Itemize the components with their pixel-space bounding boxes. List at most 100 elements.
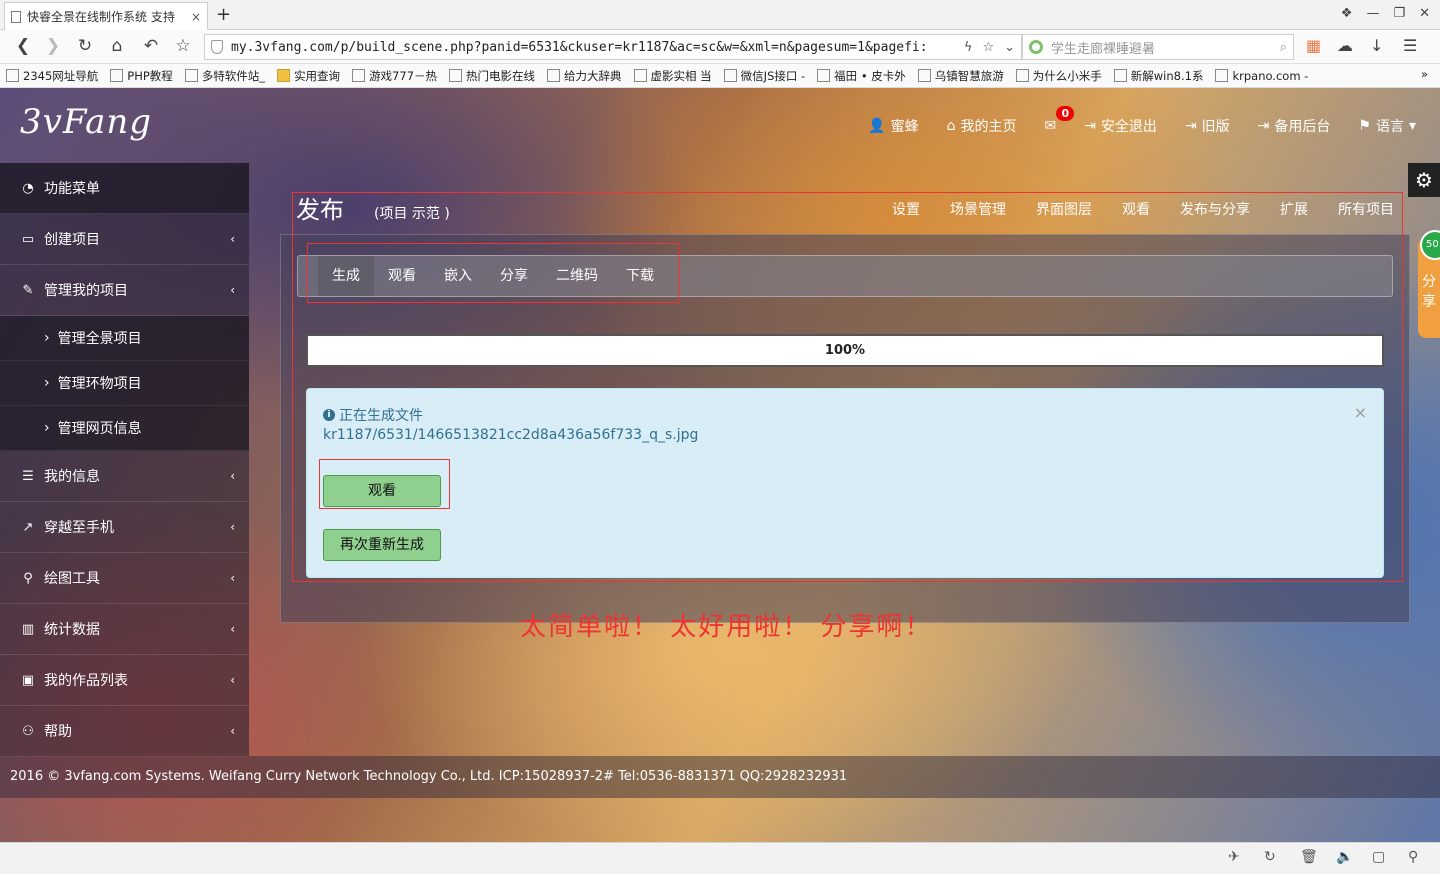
sidebar-item-help[interactable]: ⚇ 帮助 ‹ bbox=[0, 706, 249, 757]
chevron-left-icon: ‹ bbox=[230, 232, 235, 246]
nav-old-version[interactable]: ⇥ 旧版 bbox=[1185, 116, 1230, 136]
home-button[interactable]: ⌂ bbox=[106, 36, 128, 56]
browser-status-bar: ✈ ↻ 🗑 🔈 ▢ ⚲ bbox=[0, 842, 1440, 874]
image-icon: ▣ bbox=[21, 672, 35, 688]
sidebar-item-menu[interactable]: ◔ 功能菜单 bbox=[0, 163, 249, 214]
bookmark-item[interactable]: 游戏777－热 bbox=[352, 68, 437, 84]
annotation-box bbox=[307, 243, 679, 303]
external-link-icon: ↗ bbox=[22, 519, 34, 535]
new-tab-button[interactable]: + bbox=[216, 4, 231, 25]
nav-messages[interactable]: ✉ 0 bbox=[1044, 106, 1075, 136]
annotation-box bbox=[319, 459, 450, 509]
sidebar-item-works-list[interactable]: ▣ 我的作品列表 ‹ bbox=[0, 655, 249, 706]
bar-chart-icon: ▥ bbox=[21, 621, 35, 637]
nav-home[interactable]: ⌂ 我的主页 bbox=[947, 116, 1017, 136]
back-button[interactable]: ❮ bbox=[12, 36, 34, 56]
bookmark-item[interactable]: 多特软件站_ bbox=[184, 68, 265, 84]
search-engine-icon bbox=[1029, 40, 1043, 54]
bookmark-item[interactable]: 给力大辞典 bbox=[547, 68, 622, 84]
edit-icon: ✎ bbox=[22, 282, 34, 298]
sidebar-item-statistics[interactable]: ▥ 统计数据 ‹ bbox=[0, 604, 249, 655]
sidebar-subitem-webpages[interactable]: › 管理网页信息 bbox=[0, 406, 249, 451]
speaker-icon[interactable]: 🔈 bbox=[1336, 849, 1353, 865]
bookmark-icon bbox=[1015, 69, 1029, 82]
bookmark-item[interactable]: 新解win8.1系 bbox=[1113, 68, 1203, 84]
chevron-left-icon: ‹ bbox=[230, 571, 235, 585]
sidebar: ◔ 功能菜单 ▭ 创建项目 ‹ ✎ 管理我的项目 ‹ › 管理全景项目 › 管理环物项目 › 管… bbox=[0, 163, 249, 757]
browser-tab[interactable]: 快睿全景在线制作系统 支持 × bbox=[4, 2, 208, 30]
bookmark-icon bbox=[449, 69, 463, 82]
bookmark-item[interactable]: 2345网址导航 bbox=[6, 68, 98, 84]
share-count-badge: 50 bbox=[1420, 230, 1440, 260]
bookmark-item[interactable]: 虚影实相 当 bbox=[633, 68, 712, 84]
skin-icon[interactable]: ❖ bbox=[1341, 6, 1353, 21]
bookmark-item[interactable]: 热门电影在线 bbox=[449, 68, 535, 84]
undo-close-button[interactable]: ↶ bbox=[140, 36, 162, 56]
sidebar-item-drawing-tools[interactable]: ⚲ 绘图工具 ‹ bbox=[0, 553, 249, 604]
refresh-icon[interactable]: ↻ bbox=[1264, 849, 1276, 865]
dropdown-chevron-icon[interactable]: ⌄ bbox=[1004, 40, 1015, 55]
bookmark-icon bbox=[352, 69, 366, 82]
bookmark-icon bbox=[184, 69, 198, 82]
folder-icon bbox=[277, 69, 291, 82]
monitor-icon: ▭ bbox=[21, 231, 35, 247]
pin-icon[interactable]: ✈ bbox=[1228, 849, 1240, 865]
trash-icon[interactable]: 🗑 bbox=[1300, 849, 1318, 865]
reload-button[interactable]: ↻ bbox=[74, 36, 96, 56]
restore-button[interactable]: ❐ bbox=[1393, 6, 1405, 21]
url-text[interactable]: my.3vfang.com/p/build_scene.php?panid=65… bbox=[231, 40, 954, 55]
menu-icon[interactable]: ☰ bbox=[1403, 36, 1417, 55]
bookmark-icon bbox=[917, 69, 931, 82]
bookmark-item[interactable]: 实用查询 bbox=[277, 68, 340, 84]
chevron-right-icon: › bbox=[44, 330, 50, 346]
envelope-icon: ✉ bbox=[1044, 118, 1057, 134]
search-icon[interactable]: ⌕ bbox=[1280, 40, 1287, 55]
logout-icon: ⇥ bbox=[1084, 118, 1096, 134]
close-window-button[interactable]: ✕ bbox=[1419, 6, 1430, 21]
share-widget[interactable]: 50 分享 bbox=[1418, 230, 1440, 338]
search-input[interactable]: 学生走廊裸睡避暑 bbox=[1051, 38, 1280, 57]
forward-button[interactable]: ❯ bbox=[42, 36, 64, 56]
bookmark-item[interactable]: krpano.com - bbox=[1215, 69, 1308, 83]
apps-icon[interactable]: ▦ bbox=[1306, 36, 1321, 55]
minimize-button[interactable]: — bbox=[1366, 6, 1379, 21]
sidebar-item-mobile[interactable]: ↗ 穿越至手机 ‹ bbox=[0, 502, 249, 553]
bookmark-item[interactable]: 乌镇智慧旅游 bbox=[917, 68, 1004, 84]
search-box[interactable]: 学生走廊裸睡避暑 ⌕ bbox=[1022, 34, 1294, 60]
chevron-right-icon: › bbox=[44, 420, 50, 436]
sidebar-item-manage-projects[interactable]: ✎ 管理我的项目 ‹ bbox=[0, 265, 249, 316]
shield-icon bbox=[211, 40, 223, 54]
bookmark-icon bbox=[723, 69, 737, 82]
sidebar-item-my-info[interactable]: ☰ 我的信息 ‹ bbox=[0, 451, 249, 502]
bookmarks-more-button[interactable]: » bbox=[1421, 67, 1428, 81]
share-label: 分享 bbox=[1422, 274, 1436, 310]
cloud-icon[interactable]: ☁ bbox=[1337, 36, 1353, 55]
sidebar-item-create-project[interactable]: ▭ 创建项目 ‹ bbox=[0, 214, 249, 265]
address-bar[interactable]: my.3vfang.com/p/build_scene.php?panid=65… bbox=[204, 34, 1022, 60]
bookmark-item[interactable]: 为什么小米手 bbox=[1015, 68, 1102, 84]
download-icon[interactable]: ↓ bbox=[1370, 36, 1383, 55]
logout-icon: ⇥ bbox=[1257, 118, 1270, 134]
annotation-slogan: 太简单啦！ 太好用啦！ 分享啊！ bbox=[520, 612, 933, 642]
zoom-icon[interactable]: ⚲ bbox=[1408, 849, 1418, 865]
bookmark-item[interactable]: 微信JS接口 - bbox=[723, 68, 805, 84]
bookmark-icon bbox=[817, 69, 831, 82]
lightning-icon[interactable]: ϟ bbox=[964, 40, 973, 55]
window-icon[interactable]: ▢ bbox=[1372, 849, 1385, 865]
sidebar-subitem-panorama[interactable]: › 管理全景项目 bbox=[0, 316, 249, 361]
nav-backup-admin[interactable]: ⇥ 备用后台 bbox=[1258, 116, 1331, 136]
bookmark-icon bbox=[633, 69, 647, 82]
bookmark-item[interactable]: PHP教程 bbox=[110, 68, 173, 84]
bookmark-star-button[interactable]: ☆ bbox=[172, 36, 194, 56]
nav-language[interactable]: ⚑ 语言 ▾ bbox=[1358, 116, 1416, 136]
logo[interactable]: 3vFang bbox=[20, 102, 152, 142]
nav-logout[interactable]: ⇥ 安全退出 bbox=[1084, 116, 1157, 136]
sidebar-subitem-objects[interactable]: › 管理环物项目 bbox=[0, 361, 249, 406]
tab-close-icon[interactable]: × bbox=[191, 10, 201, 24]
bookmark-item[interactable]: 福田 • 皮卡外 bbox=[817, 68, 906, 84]
browser-toolbar: ❮ ❯ ↻ ⌂ ↶ ☆ my.3vfang.com/p/build_scene.… bbox=[0, 30, 1440, 64]
settings-gear-icon[interactable]: ⚙ bbox=[1408, 163, 1440, 197]
user-icon: 👤 bbox=[868, 118, 886, 134]
nav-user[interactable]: 👤 蜜蜂 bbox=[868, 116, 918, 136]
favorite-star-icon[interactable]: ☆ bbox=[982, 40, 994, 55]
